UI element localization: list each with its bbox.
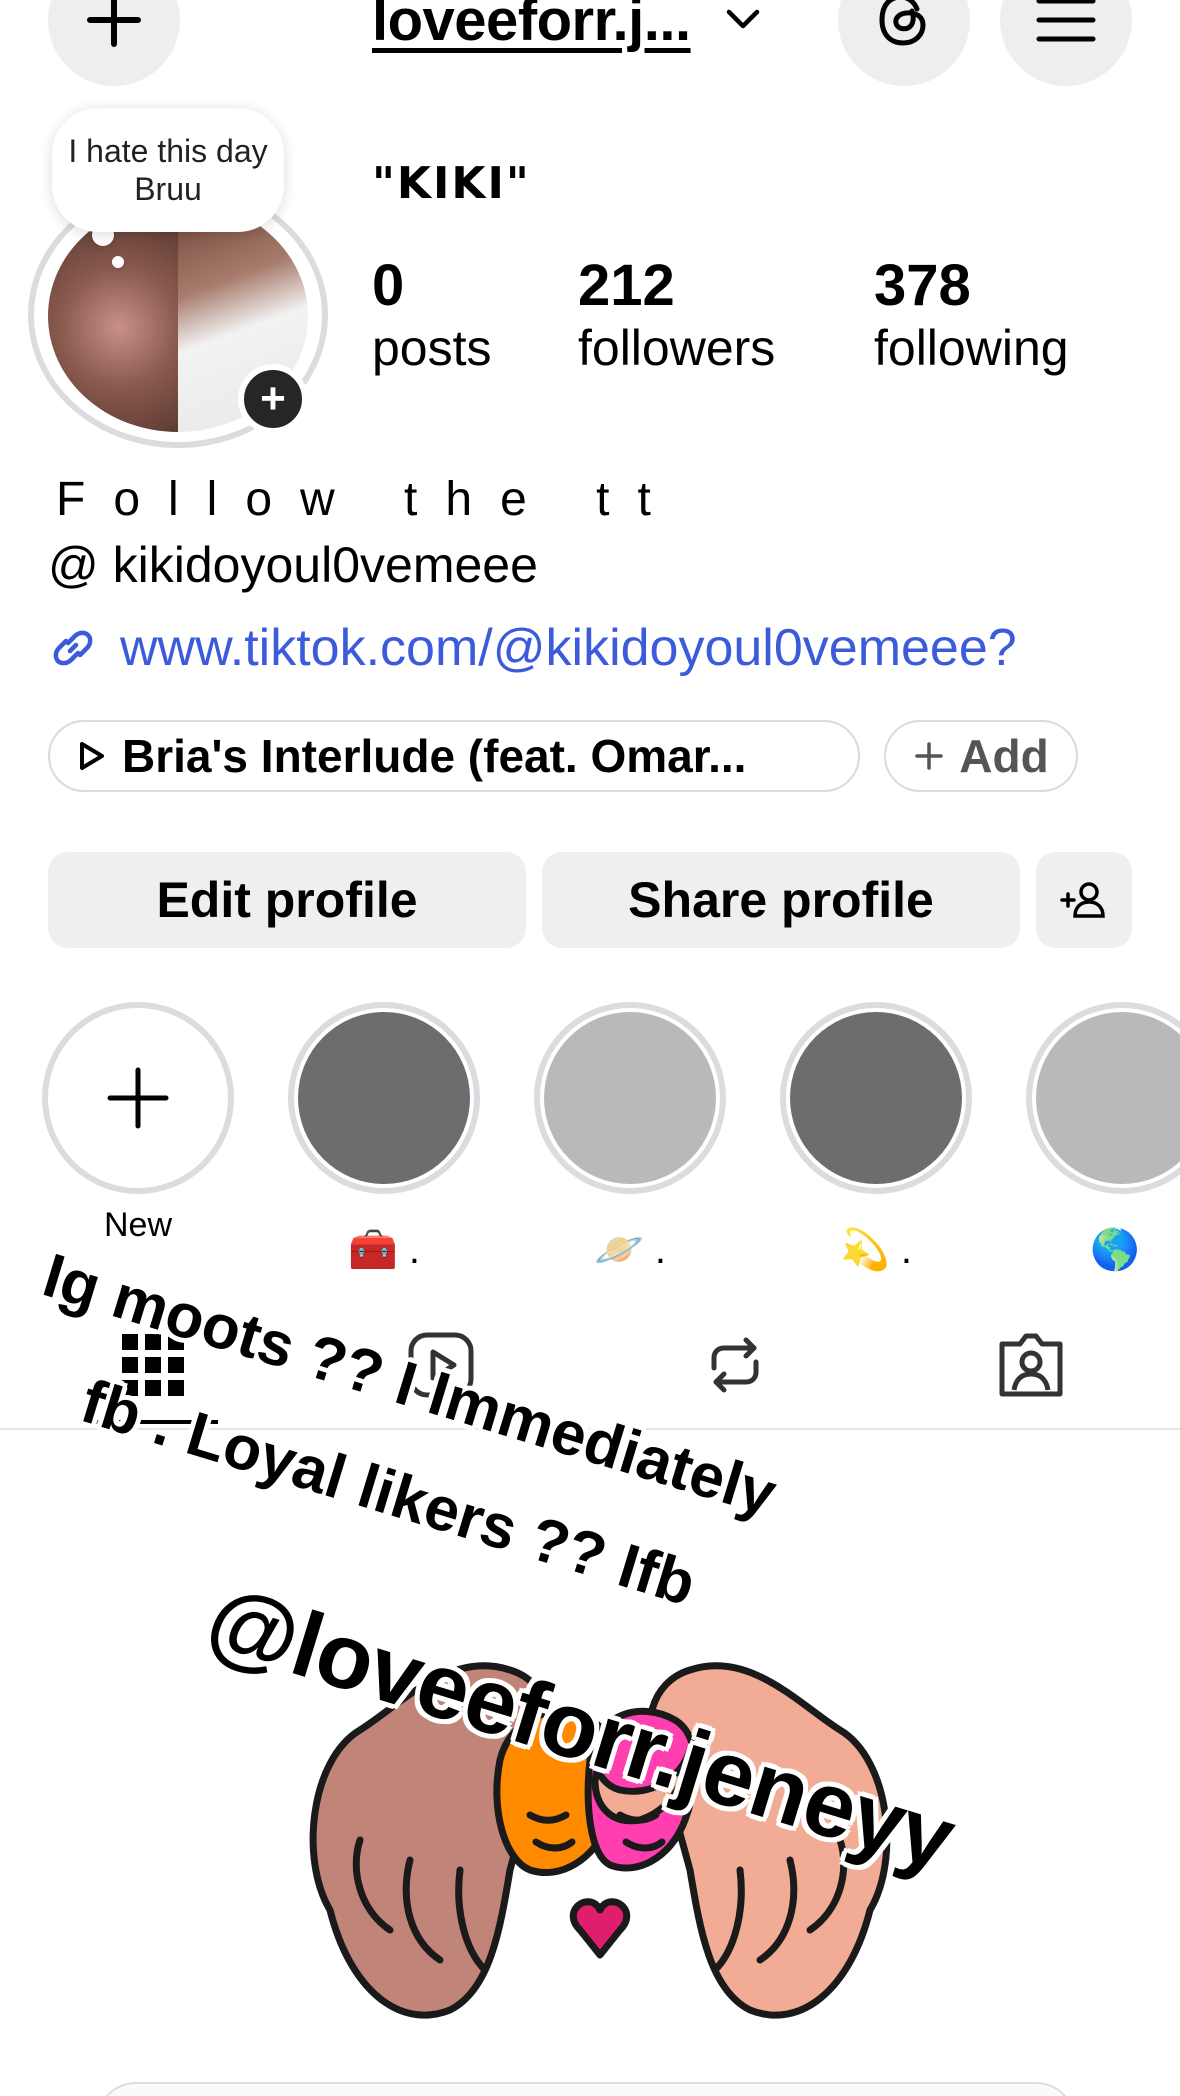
add-story-button[interactable]: +: [238, 364, 308, 434]
plus-icon: [915, 742, 944, 770]
link-icon: [53, 630, 93, 666]
bio-line-1: Follow the tt: [56, 473, 679, 526]
username[interactable]: loveeforr.j...: [372, 0, 691, 54]
discover-people-button[interactable]: [1036, 852, 1132, 948]
bio-link[interactable]: www.tiktok.com/@kikidoyoul0vemeee?: [48, 618, 1017, 678]
highlight-cover: [544, 1012, 716, 1184]
posts-stat[interactable]: 0 posts: [372, 254, 492, 378]
posts-count: 0: [372, 253, 405, 318]
plus-icon: [87, 0, 141, 47]
note-bubble[interactable]: I hate this day Bruu: [52, 108, 284, 232]
song-title: Bria's Interlude (feat. Omar...: [122, 730, 747, 782]
bio-link-text[interactable]: www.tiktok.com/@kikidoyoul0vemeee?: [120, 618, 1017, 678]
highlight-cover: [790, 1012, 962, 1184]
bottom-sheet-edge: [96, 2082, 1076, 2096]
highlight-item[interactable]: [1026, 1002, 1180, 1194]
new-post-button[interactable]: [48, 0, 180, 86]
highlight-label: New: [103, 1206, 173, 1244]
highlight-label: 🪐 .: [593, 1228, 667, 1272]
play-icon: [80, 742, 104, 770]
highlight-item[interactable]: [534, 1002, 726, 1194]
followers-count: 212: [578, 253, 675, 318]
menu-button[interactable]: [1000, 0, 1132, 86]
reposts-icon[interactable]: [700, 1330, 770, 1400]
following-count: 378: [874, 253, 971, 318]
add-link-button[interactable]: Add: [884, 720, 1078, 792]
edit-profile-button[interactable]: Edit profile: [48, 852, 526, 948]
following-stat[interactable]: 378 following: [874, 254, 1069, 378]
account-switcher[interactable]: loveeforr.j...: [372, 0, 761, 60]
highlight-cover: [298, 1012, 470, 1184]
following-label: following: [874, 320, 1069, 376]
threads-icon: [879, 0, 926, 46]
highlight-label: 🌎: [1090, 1228, 1140, 1272]
plus-icon: [107, 1067, 169, 1129]
highlight-cover: [1036, 1012, 1180, 1184]
threads-button[interactable]: [838, 0, 970, 86]
note-text: I hate this day Bruu: [68, 133, 268, 207]
display-name: "KIKI": [372, 158, 531, 209]
bio-line-2[interactable]: @ kikidoyoul0vemeee: [48, 536, 538, 594]
add-label: Add: [959, 730, 1049, 782]
posts-label: posts: [372, 320, 492, 376]
tagged-icon[interactable]: [996, 1330, 1066, 1400]
share-profile-button[interactable]: Share profile: [542, 852, 1020, 948]
highlight-label: 💫 .: [839, 1228, 913, 1272]
new-highlight-button[interactable]: [42, 1002, 234, 1194]
menu-icon: [1036, 0, 1096, 42]
highlight-label: 🧰 .: [347, 1228, 421, 1272]
profile-music[interactable]: Bria's Interlude (feat. Omar...: [48, 720, 860, 792]
note-bubble-tail: [112, 256, 124, 268]
followers-stat[interactable]: 212 followers: [578, 254, 775, 378]
followers-label: followers: [578, 320, 776, 376]
highlight-item[interactable]: [288, 1002, 480, 1194]
chevron-down-icon: [726, 9, 759, 29]
highlight-item[interactable]: [780, 1002, 972, 1194]
add-user-icon: [1060, 882, 1105, 918]
